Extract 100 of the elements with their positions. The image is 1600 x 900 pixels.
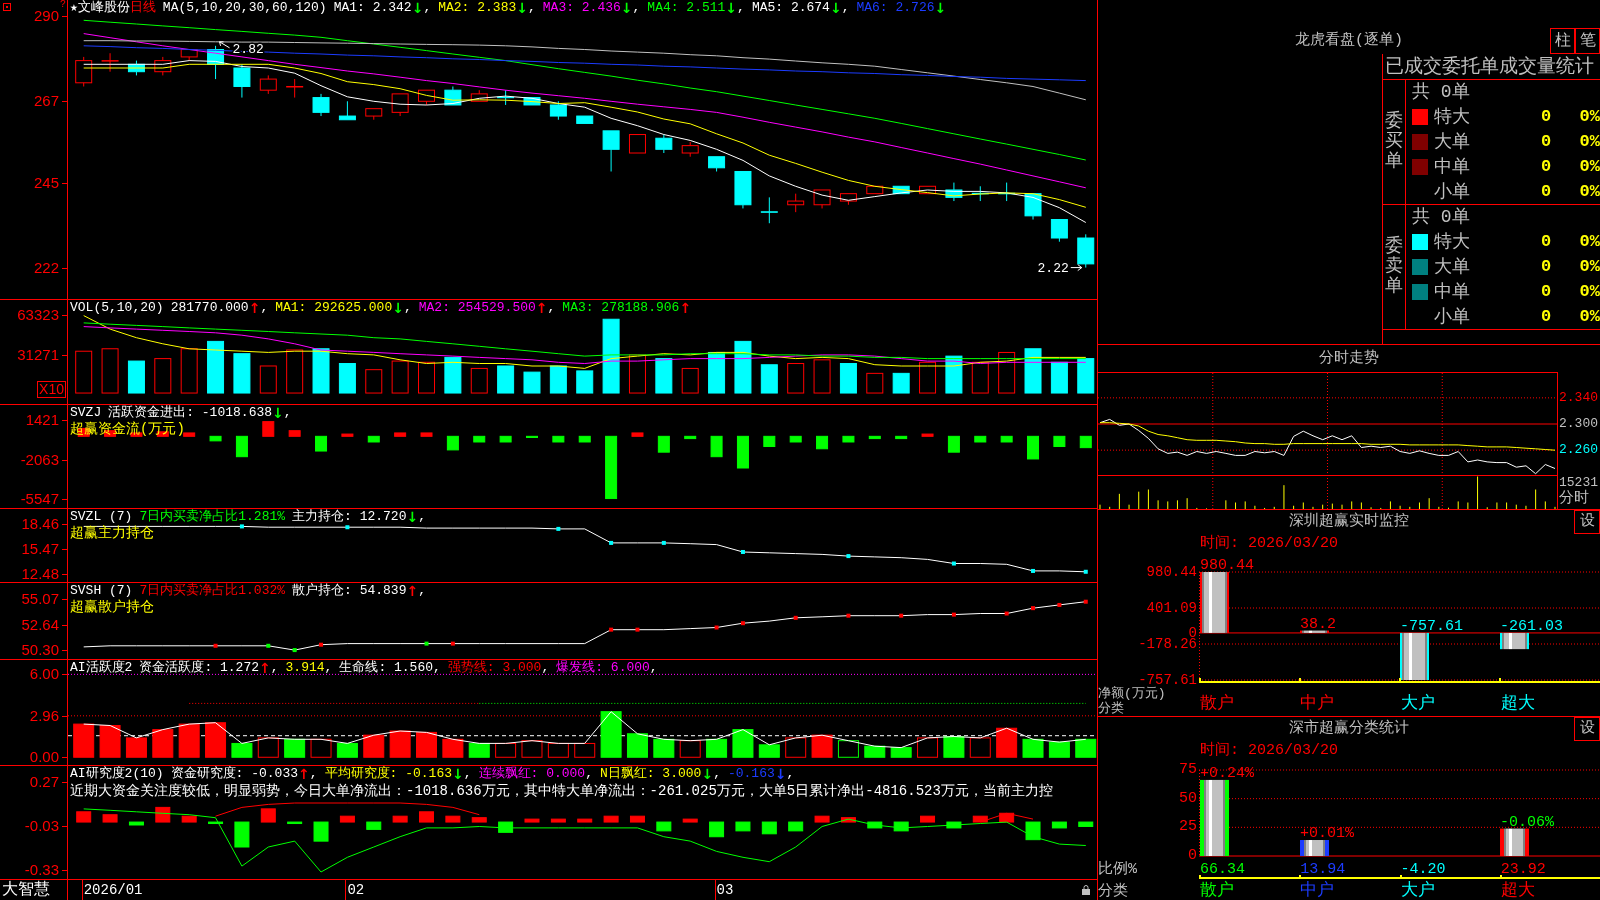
order-size-label: 中单 bbox=[1434, 280, 1471, 303]
security-name: ★文峰股份 bbox=[70, 0, 130, 16]
bar bbox=[734, 340, 752, 394]
bar bbox=[816, 435, 829, 450]
point bbox=[450, 641, 455, 646]
candlestick bbox=[286, 78, 304, 99]
brand-label: 大智慧 bbox=[1, 880, 50, 900]
change-percent-label: +0.01% bbox=[1300, 825, 1354, 842]
trend-arrow: ↓ bbox=[774, 766, 787, 782]
separator: , bbox=[260, 300, 269, 316]
bar bbox=[789, 435, 802, 443]
bar bbox=[73, 723, 95, 758]
indicator-reading: N日飘红: 3.000 bbox=[599, 766, 702, 782]
separator: , bbox=[433, 660, 441, 676]
line-series bbox=[1099, 418, 1556, 475]
separator: , bbox=[463, 766, 472, 782]
separator: , bbox=[283, 405, 292, 421]
axis-tick-label: -5547 bbox=[20, 491, 59, 508]
bar bbox=[1022, 738, 1044, 758]
point bbox=[239, 524, 244, 529]
bar bbox=[1078, 821, 1094, 827]
settings-button[interactable]: 设 bbox=[1574, 510, 1600, 534]
bar bbox=[787, 363, 805, 394]
line-series bbox=[1099, 422, 1556, 451]
indicator-name: SVZJ bbox=[70, 405, 102, 421]
bar bbox=[1050, 361, 1068, 394]
separator: , bbox=[418, 583, 426, 599]
bar bbox=[313, 821, 329, 842]
bar bbox=[892, 372, 910, 394]
bar bbox=[152, 729, 174, 758]
order-size-label: 大单 bbox=[1434, 130, 1471, 153]
axis-title: 比例% bbox=[1098, 861, 1137, 878]
indicator-reading: MA4: 2.511 bbox=[647, 0, 726, 16]
indicator-reading: MA1: 2.342 bbox=[333, 0, 412, 16]
indicator-reading: 资金活跃度: 1.272 bbox=[139, 660, 259, 676]
bar bbox=[365, 369, 383, 394]
point bbox=[319, 642, 324, 647]
bar bbox=[578, 435, 591, 443]
bar bbox=[99, 724, 121, 758]
axis-title: 分类 bbox=[1098, 701, 1124, 716]
indicator-name: VOL(5,10,20) bbox=[70, 300, 164, 316]
bar bbox=[684, 435, 697, 440]
order-count: 0 bbox=[1539, 281, 1553, 302]
bar bbox=[257, 737, 279, 758]
candlestick bbox=[101, 52, 119, 73]
indicator-reading: MA2: 2.383 bbox=[438, 0, 517, 16]
bar bbox=[155, 806, 171, 823]
indicator-reading: MA1: 292625.000 bbox=[275, 300, 393, 316]
bar bbox=[444, 356, 462, 394]
bar bbox=[842, 435, 855, 443]
bar bbox=[205, 722, 227, 758]
bar bbox=[550, 818, 566, 823]
bar bbox=[1027, 435, 1040, 460]
trend-arrow: ↑ bbox=[679, 300, 692, 316]
trend-arrow: ↓ bbox=[392, 300, 404, 316]
date-axis-label: 02 bbox=[345, 880, 365, 900]
bar bbox=[549, 365, 567, 394]
order-size-label: 大单 bbox=[1434, 255, 1471, 278]
trend-arrow: ↑ bbox=[406, 583, 419, 599]
axis-tick-label: 0.27 bbox=[29, 774, 59, 791]
indicator-reading: MA3: 2.436 bbox=[542, 0, 621, 16]
bar bbox=[442, 738, 464, 758]
bar bbox=[1051, 821, 1067, 829]
bar bbox=[602, 318, 620, 394]
settings-button[interactable]: 设 bbox=[1574, 717, 1600, 741]
candlestick bbox=[312, 93, 330, 117]
bar bbox=[577, 818, 593, 823]
axis-tick-label: 75 bbox=[1179, 762, 1197, 778]
bar bbox=[231, 742, 253, 758]
point bbox=[1004, 611, 1009, 616]
order-total: 共 0单 bbox=[1412, 206, 1470, 228]
point bbox=[1031, 606, 1036, 611]
order-percent: 0% bbox=[1578, 281, 1600, 302]
point bbox=[951, 612, 956, 617]
bar bbox=[102, 814, 118, 823]
order-count: 0 bbox=[1539, 156, 1553, 177]
bar bbox=[706, 738, 728, 758]
square-icon bbox=[3, 3, 11, 11]
indicator-reading: 3.914 bbox=[285, 660, 325, 676]
bar-value-label: -261.03 bbox=[1500, 617, 1563, 635]
separator: , bbox=[309, 766, 318, 782]
chart-mode-button[interactable]: 笔 bbox=[1575, 28, 1600, 54]
axis-tick-label: 222 bbox=[33, 259, 59, 276]
point bbox=[424, 641, 429, 646]
trend-arrow: ↑ bbox=[248, 300, 261, 316]
bar-value-label: -757.61 bbox=[1400, 617, 1463, 635]
bar bbox=[626, 733, 648, 758]
trend-arrow: ↓ bbox=[620, 0, 633, 16]
point bbox=[1083, 569, 1088, 574]
axis-tick-label: 245 bbox=[33, 174, 59, 191]
panel-title: 分时走势 bbox=[1319, 349, 1379, 368]
chart-mode-button[interactable]: 柱 bbox=[1550, 28, 1575, 54]
bar bbox=[363, 734, 385, 758]
bar bbox=[1053, 435, 1066, 448]
axis-tick-label: -2063 bbox=[20, 451, 59, 468]
panel-title: 深市超赢分类统计 bbox=[1289, 720, 1409, 738]
analysis-note: 近期大资金关注度较低，明显弱势，今日大单净流出：-1018.636万元，其中特大单净流出：-261.025万元，大单5日累计净出-4816.523万元，当前主力控 bbox=[70, 782, 1053, 800]
point bbox=[556, 526, 561, 531]
bar bbox=[259, 365, 277, 394]
corner-mark: ? bbox=[60, 0, 66, 10]
